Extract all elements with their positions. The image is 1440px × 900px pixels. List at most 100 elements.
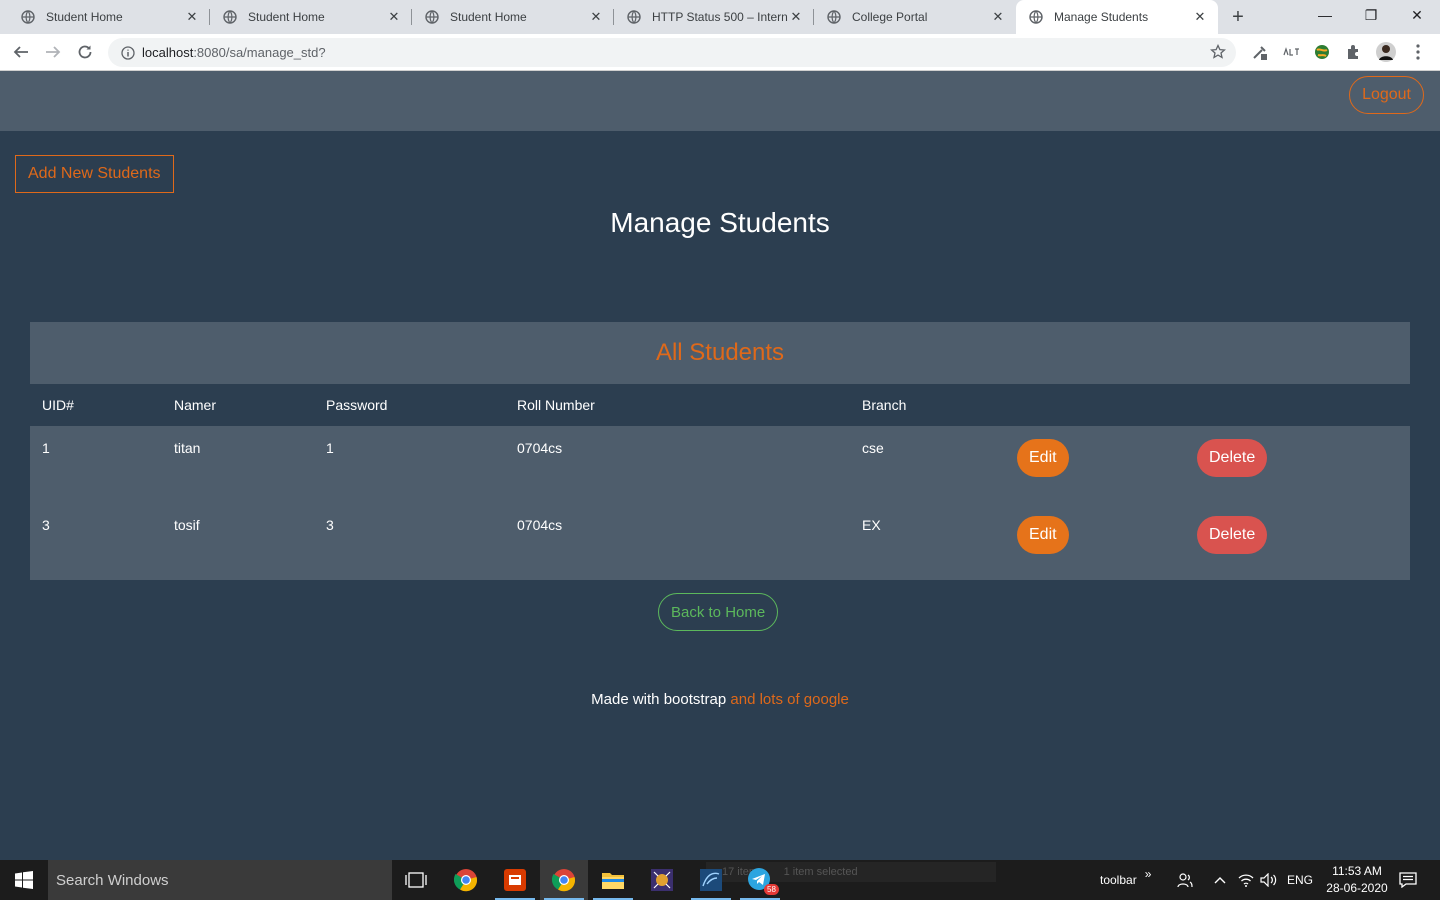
file-explorer-icon[interactable] (589, 860, 637, 900)
globe-icon (222, 9, 238, 25)
footer-text: Made with bootstrap (591, 691, 731, 708)
database-workbench-icon[interactable] (687, 860, 735, 900)
office-icon[interactable] (491, 860, 539, 900)
globe-icon (626, 9, 642, 25)
logout-button[interactable]: Logout (1349, 76, 1424, 114)
column-header-roll-number: Roll Number (505, 384, 850, 426)
info-icon[interactable] (120, 45, 136, 61)
new-tab-button[interactable]: + (1226, 5, 1250, 29)
cell-uid: 3 (30, 503, 162, 580)
telegram-badge: 58 (764, 884, 779, 895)
add-new-students-button[interactable]: Add New Students (15, 155, 174, 193)
edit-button[interactable]: Edit (1017, 439, 1069, 477)
forward-arrow-icon[interactable] (40, 39, 66, 65)
cell-roll-number: 0704cs (505, 426, 850, 503)
window-close-icon[interactable]: ✕ (1394, 0, 1440, 30)
column-header-uid: UID# (30, 384, 162, 426)
ghost-selected-count: 1 item selected (783, 866, 858, 878)
browser-tab-active[interactable]: Manage Students ✕ (1016, 0, 1218, 34)
tab-title: Student Home (450, 10, 527, 24)
browser-tab-strip: Student Home ✕ Student Home ✕ Student Ho… (0, 0, 1440, 34)
browser-tab[interactable]: Student Home ✕ (8, 0, 210, 34)
globe-icon (424, 9, 440, 25)
browser-tab[interactable]: College Portal ✕ (814, 0, 1016, 34)
more-menu-icon[interactable] (1408, 42, 1428, 62)
clock-date: 28-06-2020 (1326, 881, 1388, 895)
cell-name: titan (162, 426, 314, 503)
cell-password: 1 (314, 426, 505, 503)
wifi-icon[interactable] (1238, 860, 1254, 900)
people-icon[interactable] (1176, 860, 1194, 900)
cell-uid: 1 (30, 426, 162, 503)
toolbar-label[interactable]: toolbar » (1100, 860, 1151, 900)
tab-title: College Portal (852, 10, 928, 24)
column-header-edit (1005, 384, 1185, 426)
clock-time: 11:53 AM (1332, 864, 1382, 878)
restore-icon[interactable]: ❐ (1348, 0, 1394, 30)
card-title: All Students (30, 322, 1410, 384)
cell-edit: Edit (1005, 426, 1185, 503)
column-header-password: Password (314, 384, 505, 426)
delete-button[interactable]: Delete (1197, 439, 1268, 477)
cell-name: tosif (162, 503, 314, 580)
tab-title: Student Home (248, 10, 325, 24)
globe-extension-icon[interactable] (1312, 42, 1332, 62)
column-header-delete (1185, 384, 1410, 426)
close-icon[interactable]: ✕ (990, 9, 1006, 25)
search-placeholder: Search Windows (56, 871, 169, 889)
close-icon[interactable]: ✕ (386, 9, 402, 25)
profile-avatar[interactable] (1376, 42, 1396, 62)
back-arrow-icon[interactable] (8, 39, 34, 65)
close-icon[interactable]: ✕ (184, 9, 200, 25)
back-to-home-button[interactable]: Back to Home (658, 593, 779, 631)
chevron-double-right-icon[interactable]: » (1145, 867, 1152, 881)
students-table: UID# Namer Password Roll Number Branch 1… (30, 384, 1410, 580)
chevron-up-icon[interactable] (1212, 860, 1228, 900)
globe-icon (826, 9, 842, 25)
delete-button[interactable]: Delete (1197, 516, 1268, 554)
eyedropper-extension-icon[interactable] (1250, 42, 1270, 62)
browser-tab[interactable]: HTTP Status 500 – Interna ✕ (614, 0, 814, 34)
toolbar-text: toolbar (1100, 873, 1137, 887)
table-row: 3 tosif 3 0704cs EX Edit Delete (30, 503, 1410, 580)
close-icon[interactable]: ✕ (788, 9, 804, 25)
taskbar-search[interactable]: Search Windows (48, 860, 392, 900)
footer: Made with bootstrap and lots of google (0, 691, 1440, 708)
game-app-icon[interactable] (638, 860, 686, 900)
reload-icon[interactable] (72, 39, 98, 65)
tab-title: HTTP Status 500 – Interna (652, 10, 788, 24)
chrome-icon[interactable] (442, 860, 490, 900)
tab-title: Student Home (46, 10, 123, 24)
system-clock[interactable]: 11:53 AM 28-06-2020 (1322, 863, 1392, 897)
notification-center-icon[interactable] (1396, 860, 1420, 900)
minimize-icon[interactable]: — (1302, 0, 1348, 30)
browser-tab[interactable]: Student Home ✕ (412, 0, 614, 34)
footer-link[interactable]: and lots of google (730, 691, 848, 708)
column-header-branch: Branch (850, 384, 1005, 426)
cell-delete: Delete (1185, 503, 1410, 580)
close-icon[interactable]: ✕ (588, 9, 604, 25)
cell-branch: EX (850, 503, 1005, 580)
globe-icon (20, 9, 36, 25)
cell-branch: cse (850, 426, 1005, 503)
cell-password: 3 (314, 503, 505, 580)
bookmark-star-icon[interactable] (1210, 43, 1226, 60)
language-text: ENG (1287, 873, 1314, 887)
abc-extension-icon[interactable] (1282, 42, 1302, 62)
cell-roll-number: 0704cs (505, 503, 850, 580)
task-view-icon[interactable] (392, 860, 440, 900)
address-bar[interactable]: localhost:8080/sa/manage_std? (108, 38, 1236, 67)
telegram-icon[interactable]: 58 (736, 860, 784, 900)
language-indicator[interactable]: ENG (1287, 860, 1313, 900)
windows-start-icon[interactable] (0, 860, 48, 900)
puzzle-extensions-icon[interactable] (1344, 42, 1364, 62)
browser-tab[interactable]: Student Home ✕ (210, 0, 412, 34)
chrome-active-icon[interactable] (540, 860, 588, 900)
windows-taskbar: 17 items 1 item selected Search Windows … (0, 860, 1440, 900)
edit-button[interactable]: Edit (1017, 516, 1069, 554)
cell-edit: Edit (1005, 503, 1185, 580)
table-header-row: UID# Namer Password Roll Number Branch (30, 384, 1410, 426)
close-icon[interactable]: ✕ (1192, 9, 1208, 25)
volume-icon[interactable] (1260, 860, 1278, 900)
page-title: Manage Students (610, 207, 830, 238)
